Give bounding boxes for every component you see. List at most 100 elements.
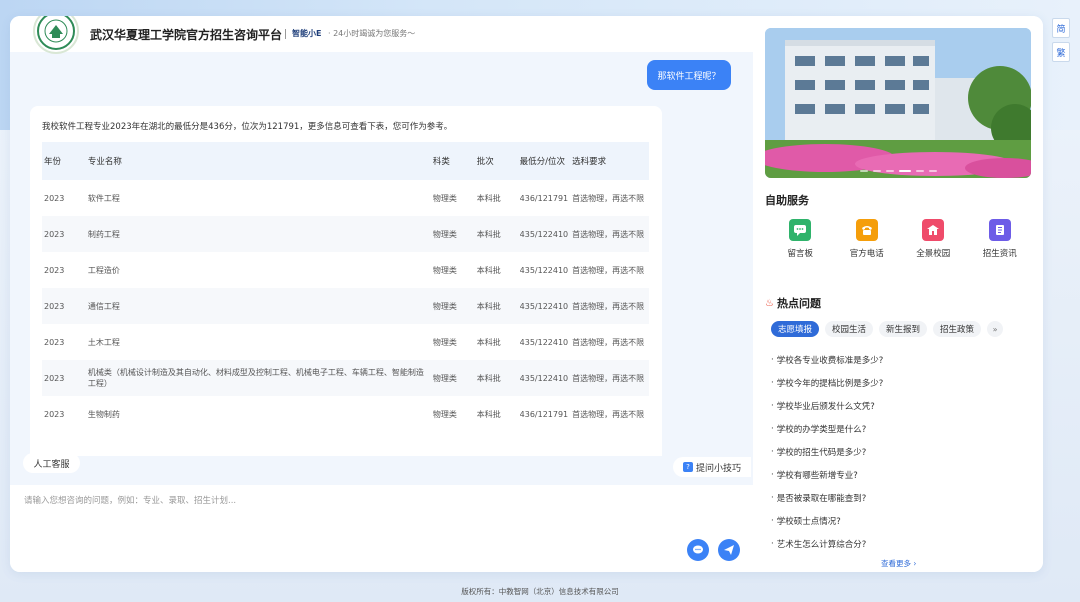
hot-questions-header: ♨ 热点问题 xyxy=(765,295,821,311)
table-cell: 土木工程 xyxy=(87,337,120,347)
table-cell: 物理类 xyxy=(430,216,475,252)
table-cell: 436/121791 xyxy=(519,409,569,419)
service-admission-news[interactable]: 招生资讯 xyxy=(965,219,1036,259)
assistant-slogan: · 24小时竭诚为您服务～ xyxy=(328,29,416,38)
question-tips-button[interactable]: ? 提问小技巧 xyxy=(673,457,751,477)
table-cell: 首选物理，再选不限 xyxy=(570,216,649,252)
double-chevron-right-icon[interactable]: » xyxy=(987,321,1004,337)
table-cell: 首选物理，再选不限 xyxy=(570,288,649,324)
chat-bubble-icon[interactable] xyxy=(687,539,709,561)
input-area xyxy=(10,485,753,572)
fire-icon: ♨ xyxy=(765,297,774,309)
side-panel: 自助服务 留言板 官方电话 全景校园 招生资讯 ♨ 热点问题 志愿填报 校园生活… xyxy=(753,16,1043,572)
list-item[interactable]: 学校硕士点情况? xyxy=(771,509,1033,532)
table-row: 2023 土木工程 物理类 本科批 435/122410 首选物理，再选不限 xyxy=(42,324,649,360)
table-cell: 生物制药 xyxy=(87,409,120,419)
list-item[interactable]: 学校今年的提档比例是多少? xyxy=(771,372,1033,395)
table-cell: 2023 xyxy=(44,409,65,419)
table-cell: 首选物理，再选不限 xyxy=(572,265,645,275)
table-cell: 首选物理，再选不限 xyxy=(572,193,645,203)
table-header-cell: 专业名称 xyxy=(85,142,431,180)
send-icon[interactable] xyxy=(718,539,740,561)
chat-panel: 武汉华夏理工学院官方招生咨询平台 智能小E · 24小时竭诚为您服务～ 那软件工… xyxy=(10,16,753,572)
self-service-title: 自助服务 xyxy=(765,194,809,207)
news-icon xyxy=(988,219,1011,241)
message-area[interactable]: 那软件工程呢？ 我校软件工程专业2023年在湖北的最低分是436分，位次为121… xyxy=(10,52,753,456)
table-cell: 制药工程 xyxy=(85,216,431,252)
carousel-dot[interactable] xyxy=(915,170,924,172)
table-cell: 本科批 xyxy=(474,288,518,324)
table-cell: 本科批 xyxy=(476,265,501,275)
table-cell: 物理类 xyxy=(432,337,457,347)
table-header-cell: 批次 xyxy=(474,142,518,180)
main-panel: 武汉华夏理工学院官方招生咨询平台 智能小E · 24小时竭诚为您服务～ 那软件工… xyxy=(10,16,1043,572)
phone-icon xyxy=(855,219,878,241)
table-cell: 首选物理，再选不限 xyxy=(572,409,645,419)
table-cell: 本科批 xyxy=(476,409,501,419)
carousel-dots xyxy=(765,170,1031,172)
table-header-cell: 最低分/位次 xyxy=(517,142,571,180)
list-item[interactable]: 学校有哪些新增专业? xyxy=(771,463,1033,486)
service-label: 留言板 xyxy=(787,249,813,259)
chat-header: 武汉华夏理工学院官方招生咨询平台 智能小E · 24小时竭诚为您服务～ xyxy=(10,16,753,54)
table-cell: 首选物理，再选不限 xyxy=(572,337,645,347)
list-item[interactable]: 艺术生怎么计算综合分? xyxy=(771,532,1033,555)
table-header-cell: 选科要求 xyxy=(570,142,649,180)
tab-volunteer-filling[interactable]: 志愿填报 xyxy=(771,321,820,337)
table-cell: 435/122410 xyxy=(519,337,569,347)
score-table: 年份 专业名称 科类 批次 最低分/位次 选科要求 2023 软件工程 物理类 xyxy=(42,142,649,432)
see-more-link[interactable]: 查看更多 › xyxy=(881,558,916,569)
carousel-dot[interactable] xyxy=(885,170,894,172)
table-cell: 2023 xyxy=(44,337,65,347)
hot-question-list: 学校各专业收费标准是多少? 学校今年的提档比例是多少? 学校毕业后颁发什么文凭?… xyxy=(771,349,1033,555)
tab-campus-life[interactable]: 校园生活 xyxy=(825,321,874,337)
user-message-bubble: 那软件工程呢？ xyxy=(647,60,731,90)
service-label: 招生资讯 xyxy=(982,249,1017,259)
assistant-name: 智能小E xyxy=(292,29,322,38)
tab-freshman-registration[interactable]: 新生报到 xyxy=(879,321,928,337)
table-row: 2023 通信工程 物理类 本科批 435/122410 首选物理，再选不限 xyxy=(42,288,649,324)
table-cell: 本科批 xyxy=(476,193,501,203)
carousel-dot[interactable] xyxy=(928,170,937,172)
table-cell: 435/122410 xyxy=(517,288,571,324)
table-header-cell: 科类 xyxy=(430,142,475,180)
simplified-chinese-button[interactable]: 简 xyxy=(1052,18,1070,38)
service-official-phone[interactable]: 官方电话 xyxy=(832,219,903,259)
list-item[interactable]: 学校的招生代码是多少? xyxy=(771,441,1033,464)
table-cell: 435/122410 xyxy=(519,265,569,275)
table-cell: 2023 xyxy=(44,193,65,203)
manual-service-button[interactable]: 人工客服 xyxy=(23,453,80,473)
hot-question-tabs: 志愿填报 校园生活 新生报到 招生政策 » xyxy=(771,321,1004,337)
table-cell: 436/121791 xyxy=(519,193,569,203)
campus-photo xyxy=(765,28,1031,178)
school-emblem-icon xyxy=(37,16,75,50)
bot-message-card: 我校软件工程专业2023年在湖北的最低分是436分，位次为121791，更多信息… xyxy=(30,106,662,456)
list-item[interactable]: 是否被录取在哪能查到? xyxy=(771,486,1033,509)
school-logo xyxy=(33,16,79,54)
table-cell: 435/122410 xyxy=(517,216,571,252)
bot-message-text: 我校软件工程专业2023年在湖北的最低分是436分，位次为121791，更多信息… xyxy=(42,122,453,132)
table-row: 2023 机械类（机械设计制造及其自动化、材料成型及控制工程、机械电子工程、车辆… xyxy=(42,360,649,396)
list-item[interactable]: 学校各专业收费标准是多少? xyxy=(771,349,1033,372)
table-cell: 2023 xyxy=(44,265,65,275)
carousel-dot-active[interactable] xyxy=(898,170,911,172)
service-message-board[interactable]: 留言板 xyxy=(765,219,836,259)
table-cell: 2023 xyxy=(42,360,86,396)
list-item[interactable]: 学校毕业后颁发什么文凭? xyxy=(771,395,1033,418)
question-input[interactable] xyxy=(24,491,684,511)
table-cell: 物理类 xyxy=(432,409,457,419)
table-cell: 通信工程 xyxy=(85,288,431,324)
hot-questions-title: 热点问题 xyxy=(776,297,821,310)
table-cell: 物理类 xyxy=(430,360,475,396)
list-item[interactable]: 学校的办学类型是什么? xyxy=(771,418,1033,441)
tab-admission-policy[interactable]: 招生政策 xyxy=(933,321,982,337)
carousel-dot[interactable] xyxy=(872,170,881,172)
table-cell: 物理类 xyxy=(432,265,457,275)
traditional-chinese-button[interactable]: 繁 xyxy=(1052,42,1070,62)
table-header-row: 年份 专业名称 科类 批次 最低分/位次 选科要求 xyxy=(42,142,649,180)
table-cell: 本科批 xyxy=(476,337,501,347)
table-cell: 本科批 xyxy=(474,216,518,252)
table-cell: 软件工程 xyxy=(87,193,120,203)
carousel-dot[interactable] xyxy=(859,170,868,172)
service-campus-view[interactable]: 全景校园 xyxy=(898,219,969,259)
